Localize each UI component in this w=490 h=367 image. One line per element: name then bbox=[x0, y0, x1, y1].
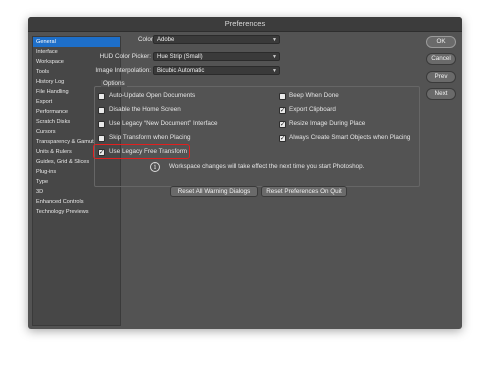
disable-home-label: Disable the Home Screen bbox=[109, 106, 181, 113]
reset-preferences-button[interactable]: Reset Preferences On Quit bbox=[261, 186, 347, 197]
info-icon: i bbox=[150, 162, 160, 172]
options-title: Options bbox=[101, 80, 127, 87]
interpolation-select[interactable]: Bicubic Automatic ▼ bbox=[153, 66, 280, 75]
dialog-title: Preferences bbox=[28, 17, 462, 32]
resize-image-checkbox[interactable] bbox=[279, 120, 286, 128]
export-clipboard-checkbox[interactable] bbox=[279, 106, 286, 114]
disable-home-checkbox[interactable] bbox=[98, 107, 105, 114]
reset-warning-dialogs-button[interactable]: Reset All Warning Dialogs bbox=[170, 186, 258, 197]
sidebar-item-general[interactable]: General bbox=[33, 37, 120, 47]
skip-transform-checkbox[interactable] bbox=[98, 135, 105, 142]
hud-color-picker-label: HUD Color Picker: bbox=[99, 53, 151, 60]
legacy-new-doc-label: Use Legacy “New Document” Interface bbox=[109, 120, 218, 127]
color-picker-select[interactable]: Adobe ▼ bbox=[153, 35, 280, 44]
chevron-down-icon: ▼ bbox=[272, 68, 277, 74]
beep-label: Beep When Done bbox=[289, 92, 339, 99]
resize-image-label: Resize Image During Place bbox=[289, 120, 366, 127]
next-button[interactable]: Next bbox=[426, 88, 456, 100]
preferences-dialog: Preferences General Interface Workspace … bbox=[28, 17, 462, 329]
legacy-new-doc-checkbox[interactable] bbox=[98, 121, 105, 128]
smart-objects-label: Always Create Smart Objects when Placing bbox=[289, 134, 411, 141]
interpolation-label: Image Interpolation: bbox=[95, 67, 151, 74]
beep-checkbox[interactable] bbox=[279, 93, 286, 100]
auto-update-checkbox[interactable] bbox=[98, 93, 105, 100]
restart-note: Workspace changes will take effect the n… bbox=[169, 163, 365, 170]
skip-transform-label: Skip Transform when Placing bbox=[109, 134, 191, 141]
prev-button[interactable]: Prev bbox=[426, 71, 456, 83]
color-picker-value: Adobe bbox=[157, 37, 175, 43]
sidebar-item-technology-previews[interactable]: Technology Previews bbox=[33, 207, 120, 217]
sidebar-item-enhanced-controls[interactable]: Enhanced Controls bbox=[33, 197, 120, 207]
chevron-down-icon: ▼ bbox=[272, 54, 277, 60]
hud-color-picker-value: Hue Strip (Small) bbox=[157, 54, 203, 60]
legacy-free-transform-highlight bbox=[93, 144, 190, 159]
cancel-button[interactable]: Cancel bbox=[426, 53, 456, 65]
ok-button[interactable]: OK bbox=[426, 36, 456, 48]
auto-update-label: Auto-Update Open Documents bbox=[109, 92, 196, 99]
export-clipboard-label: Export Clipboard bbox=[289, 106, 336, 113]
hud-color-picker-select[interactable]: Hue Strip (Small) ▼ bbox=[153, 52, 280, 61]
chevron-down-icon: ▼ bbox=[272, 37, 277, 43]
smart-objects-checkbox[interactable] bbox=[279, 134, 286, 142]
sidebar-item-3d[interactable]: 3D bbox=[33, 187, 120, 197]
interpolation-value: Bicubic Automatic bbox=[157, 68, 205, 74]
